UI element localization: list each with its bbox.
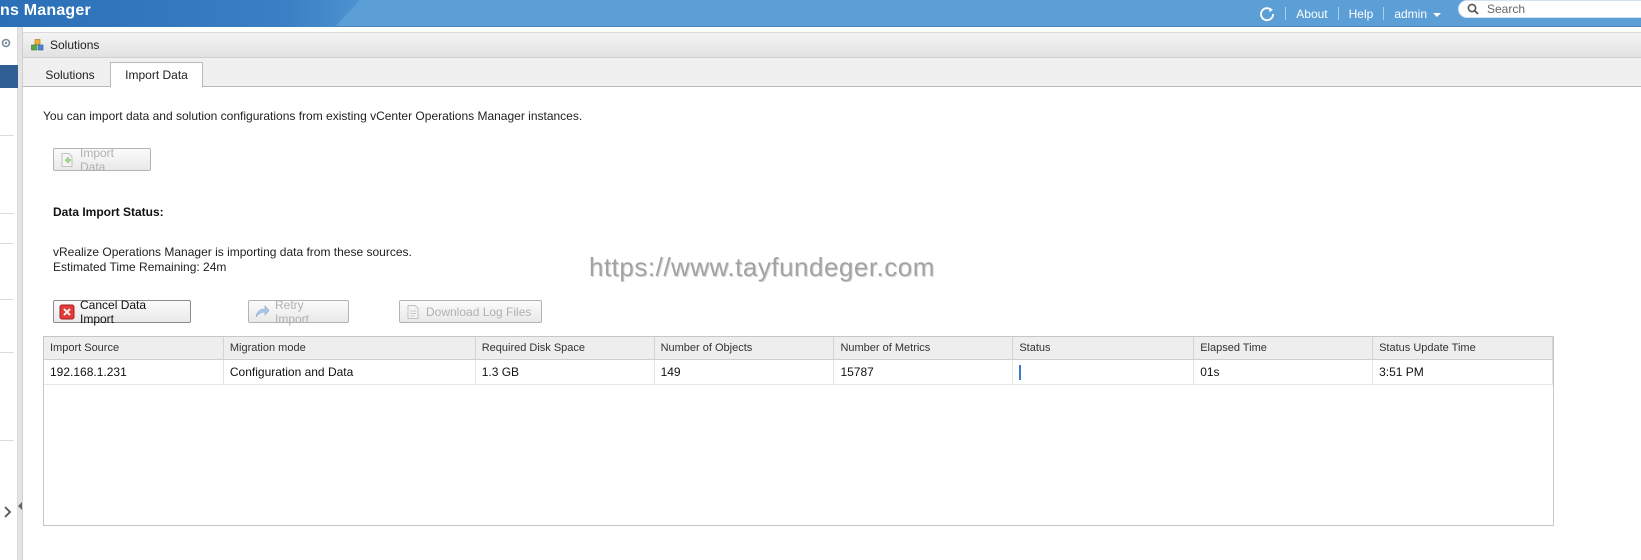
status-heading: Data Import Status: xyxy=(53,205,164,219)
table-row[interactable]: 192.168.1.231 Configuration and Data 1.3… xyxy=(44,360,1553,385)
gear-icon[interactable] xyxy=(0,37,12,49)
cell-import-source: 192.168.1.231 xyxy=(44,360,224,384)
time-remaining: Estimated Time Remaining: 24m xyxy=(53,260,227,274)
import-data-icon xyxy=(61,152,73,167)
cell-migration-mode: Configuration and Data xyxy=(224,360,476,384)
column-header-number-of-metrics[interactable]: Number of Metrics xyxy=(834,337,1014,359)
retry-icon xyxy=(255,304,270,317)
cancel-label: Cancel Data Import xyxy=(80,297,147,326)
download-log-icon xyxy=(407,304,419,319)
cell-status xyxy=(1013,360,1195,384)
column-header-elapsed-time[interactable]: Elapsed Time xyxy=(1194,337,1374,359)
download-log-files-button[interactable]: Download Log Files xyxy=(399,300,542,323)
intro-text: You can import data and solution configu… xyxy=(43,109,583,123)
download-label: Download Log Files xyxy=(426,304,532,319)
rail-divider xyxy=(0,135,14,136)
top-nav: About Help admin xyxy=(1259,0,1441,27)
retry-import-button[interactable]: Retry Import xyxy=(248,297,349,326)
app-title: ns Manager xyxy=(0,2,91,19)
cancel-icon xyxy=(59,304,75,319)
table-header: Import Source Migration mode Required Di… xyxy=(44,337,1553,360)
rail-selected-item[interactable] xyxy=(0,65,18,88)
cell-number-of-metrics: 15787 xyxy=(834,360,1014,384)
rail-divider xyxy=(0,440,14,441)
column-header-import-source[interactable]: Import Source xyxy=(44,337,224,359)
chevron-down-icon xyxy=(1433,12,1441,17)
rail-divider xyxy=(0,243,14,244)
cell-number-of-objects: 149 xyxy=(655,360,835,384)
status-line: vRealize Operations Manager is importing… xyxy=(53,245,412,259)
refresh-icon[interactable] xyxy=(1259,6,1275,22)
solutions-icon xyxy=(31,39,44,51)
panel-title: Solutions xyxy=(50,38,100,52)
top-header: ns Manager About Help admin xyxy=(0,0,1641,27)
column-header-number-of-objects[interactable]: Number of Objects xyxy=(655,337,835,359)
tab-import-data[interactable]: Import Data xyxy=(110,62,203,88)
app-window: ns Manager About Help admin Search Solut… xyxy=(0,0,1641,560)
nav-separator xyxy=(1337,7,1339,20)
about-link[interactable]: About xyxy=(1296,7,1327,21)
search-icon xyxy=(1467,3,1479,15)
nav-separator xyxy=(1285,7,1287,20)
status-progress-bar xyxy=(1019,364,1022,380)
column-header-migration-mode[interactable]: Migration mode xyxy=(224,337,476,359)
tab-bar: Solutions Import Data xyxy=(23,58,1641,88)
column-header-status-update-time[interactable]: Status Update Time xyxy=(1373,337,1553,359)
retry-label: Retry Import xyxy=(275,297,310,326)
import-status-table: Import Source Migration mode Required Di… xyxy=(43,336,1554,526)
tab-solutions[interactable]: Solutions xyxy=(29,62,111,87)
import-data-button[interactable]: Import Data xyxy=(53,145,151,174)
user-name: admin xyxy=(1394,6,1427,21)
help-link[interactable]: Help xyxy=(1349,7,1374,21)
rail-divider xyxy=(0,213,14,214)
search-input[interactable] xyxy=(1487,2,1637,16)
column-header-required-disk-space[interactable]: Required Disk Space xyxy=(476,337,655,359)
search-box[interactable] xyxy=(1458,0,1641,18)
rail-divider xyxy=(0,352,14,353)
chevron-right-icon[interactable] xyxy=(3,505,13,519)
cell-elapsed-time: 01s xyxy=(1194,360,1374,384)
main-panel: Solutions Solutions Import Data You can … xyxy=(23,30,1641,560)
status-message: vRealize Operations Manager is importing… xyxy=(53,245,412,275)
user-menu[interactable]: admin xyxy=(1394,7,1441,21)
nav-separator xyxy=(1383,7,1385,20)
watermark-text: https://www.tayfundeger.com xyxy=(589,252,935,282)
cell-status-update-time: 3:51 PM xyxy=(1373,360,1553,384)
collapse-arrow-icon[interactable] xyxy=(18,502,22,510)
rail-divider xyxy=(0,299,14,300)
column-header-status[interactable]: Status xyxy=(1013,337,1195,359)
import-data-label: Import Data xyxy=(80,145,115,174)
left-nav-rail xyxy=(0,27,18,560)
panel-header: Solutions xyxy=(23,32,1641,58)
cell-required-disk-space: 1.3 GB xyxy=(476,360,655,384)
cancel-data-import-button[interactable]: Cancel Data Import xyxy=(53,297,191,326)
